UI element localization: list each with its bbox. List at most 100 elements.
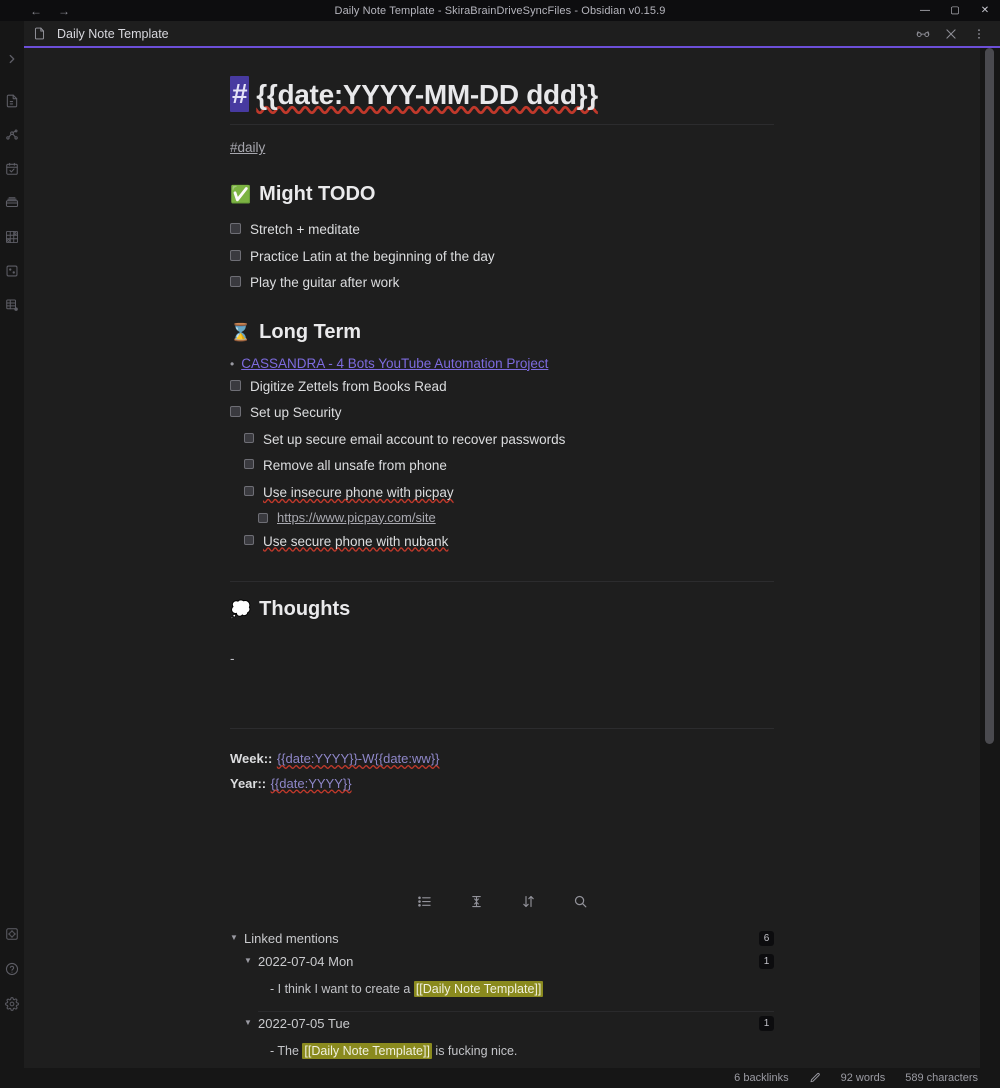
hourglass-emoji-icon: ⌛ [230,322,252,342]
metadata-value: {{date:YYYY}}-W{{date:ww}} [276,751,440,767]
tag-line: #daily [230,139,774,157]
canvas-icon[interactable] [1,259,23,283]
task-checkbox[interactable] [230,406,241,418]
backlink-match-count: 1 [759,1015,774,1031]
excalidraw-icon[interactable] [1,225,23,249]
workspace: Daily Note Template # {{date:YYYY-MM-DD … [24,21,1000,1068]
thought-balloon-emoji-icon: 💭 [230,600,252,620]
window-titlebar: ← → Daily Note Template - SkiraBrainDriv… [0,0,1000,21]
close-window-button[interactable]: ✕ [970,0,1000,21]
task-item[interactable]: Set up Security [230,401,774,425]
backlinks-pane: ▼ Linked mentions 6 ▼ 2022-07-04 Mon 1 -… [230,883,774,1062]
card-board-icon[interactable] [1,191,23,215]
editor-scrollbar-track[interactable] [985,48,994,1062]
external-link-picpay[interactable]: https://www.picpay.com/site [277,510,436,525]
task-label: Stretch + meditate [250,222,360,237]
daily-note-icon[interactable] [1,157,23,181]
linked-mentions-count: 6 [759,930,774,946]
task-checkbox[interactable] [230,249,241,261]
task-item[interactable]: Play the guitar after work [230,271,774,295]
task-label: Practice Latin at the beginning of the d… [250,248,495,264]
task-checkbox[interactable] [244,534,254,545]
view-header-actions [912,24,1000,44]
internal-link-cassandra[interactable]: CASSANDRA - 4 Bots YouTube Automation Pr… [241,356,548,371]
vertical-dots-icon [972,27,986,41]
task-checkbox[interactable] [244,485,254,496]
close-pane-button[interactable] [940,24,962,44]
task-item[interactable]: Stretch + meditate [230,218,774,242]
help-icon[interactable] [1,957,23,981]
backlink-group-header[interactable]: ▼ 2022-07-05 Tue 1 [244,1012,774,1035]
task-label: Set up secure email account to recover p… [263,431,566,447]
backlink-group: ▼ 2022-07-05 Tue 1 - The [[Daily Note Te… [230,1012,774,1062]
task-item[interactable]: Practice Latin at the beginning of the d… [230,245,774,269]
heading-divider [230,124,774,125]
note-scroll-container[interactable]: # {{date:YYYY-MM-DD ddd}} #daily ✅ Might… [24,48,980,1062]
new-note-icon[interactable] [1,89,23,113]
backlink-snippet[interactable]: - I think I want to create a [[Daily Not… [244,973,774,1011]
expand-sidebar-icon[interactable] [1,47,23,71]
backlink-snippet[interactable]: - The [[Daily Note Template]] is fucking… [244,1035,774,1062]
ribbon-bottom-group [1,922,23,1068]
close-icon [944,27,958,41]
thoughts-body[interactable]: - [230,651,774,666]
snippet-highlight: [[Daily Note Template]] [413,980,544,997]
task-item[interactable]: Set up secure email account to recover p… [230,428,774,452]
task-checkbox[interactable] [244,459,254,470]
task-item[interactable]: Use insecure phone with picpay [230,481,774,505]
linked-mentions-header[interactable]: ▼ Linked mentions 6 [230,927,774,950]
snippet-prefix: - The [270,1043,303,1058]
task-item[interactable]: Digitize Zettels from Books Read [230,375,774,399]
metadata-value: {{date:YYYY}} [270,775,352,791]
task-label: Digitize Zettels from Books Read [250,378,447,394]
view-header: Daily Note Template [24,21,1000,46]
status-character-count[interactable]: 589 characters [895,1072,988,1084]
maximize-button[interactable]: ▢ [940,0,970,21]
editor-scrollbar-thumb[interactable] [985,48,994,744]
backlink-source-title[interactable]: 2022-07-04 Mon [258,954,353,969]
backlink-group-header[interactable]: ▼ 2022-07-04 Mon 1 [244,950,774,973]
list-item: • CASSANDRA - 4 Bots YouTube Automation … [230,356,774,371]
task-checkbox[interactable] [230,276,241,288]
search-icon[interactable] [569,891,591,913]
snippet-suffix: is fucking nice. [431,1043,518,1058]
section-heading-thoughts: 💭 Thoughts [230,598,774,621]
collapse-caret-icon[interactable]: ▼ [244,957,253,965]
reading-view-button[interactable] [912,24,934,44]
heading-hash-token: # [230,76,250,112]
task-item[interactable]: https://www.picpay.com/site [230,508,774,527]
back-button[interactable]: ← [30,5,42,17]
task-checkbox[interactable] [230,379,241,391]
backlinks-toolbar [230,883,774,927]
graph-view-icon[interactable] [1,123,23,147]
pencil-icon[interactable] [799,1072,831,1084]
minimize-button[interactable]: — [910,0,940,21]
show-more-context-icon[interactable] [465,891,487,913]
status-word-count[interactable]: 92 words [831,1072,896,1084]
inline-metadata: Week:: {{date:YYYY}}-W{{date:ww}} Year::… [230,747,774,797]
section-heading-might-todo: ✅ Might TODO [230,183,774,206]
task-label: Remove all unsafe from phone [263,458,447,474]
task-item[interactable]: Remove all unsafe from phone [230,454,774,478]
backlink-source-title[interactable]: 2022-07-05 Tue [258,1016,350,1031]
change-sort-order-icon[interactable] [517,891,539,913]
tag-daily[interactable]: #daily [230,140,265,155]
task-label: Use insecure phone with picpay [263,484,454,500]
view-title[interactable]: Daily Note Template [24,26,169,41]
settings-icon[interactable] [1,992,23,1016]
vault-switch-icon[interactable] [1,922,23,946]
collapse-results-icon[interactable] [413,891,435,913]
task-checkbox[interactable] [258,512,268,523]
markdown-preview[interactable]: # {{date:YYYY-MM-DD ddd}} #daily ✅ Might… [230,48,774,1062]
task-checkbox[interactable] [244,432,254,443]
more-options-button[interactable] [968,24,990,44]
forward-button[interactable]: → [58,5,70,17]
status-backlinks-count[interactable]: 6 backlinks [724,1072,798,1084]
section-divider [230,581,774,583]
task-item[interactable]: Use secure phone with nubank [230,530,774,554]
database-icon[interactable] [1,293,23,317]
collapse-caret-icon[interactable]: ▼ [230,934,239,942]
section-heading-text: Long Term [259,320,362,343]
task-checkbox[interactable] [230,223,241,234]
collapse-caret-icon[interactable]: ▼ [244,1019,253,1027]
